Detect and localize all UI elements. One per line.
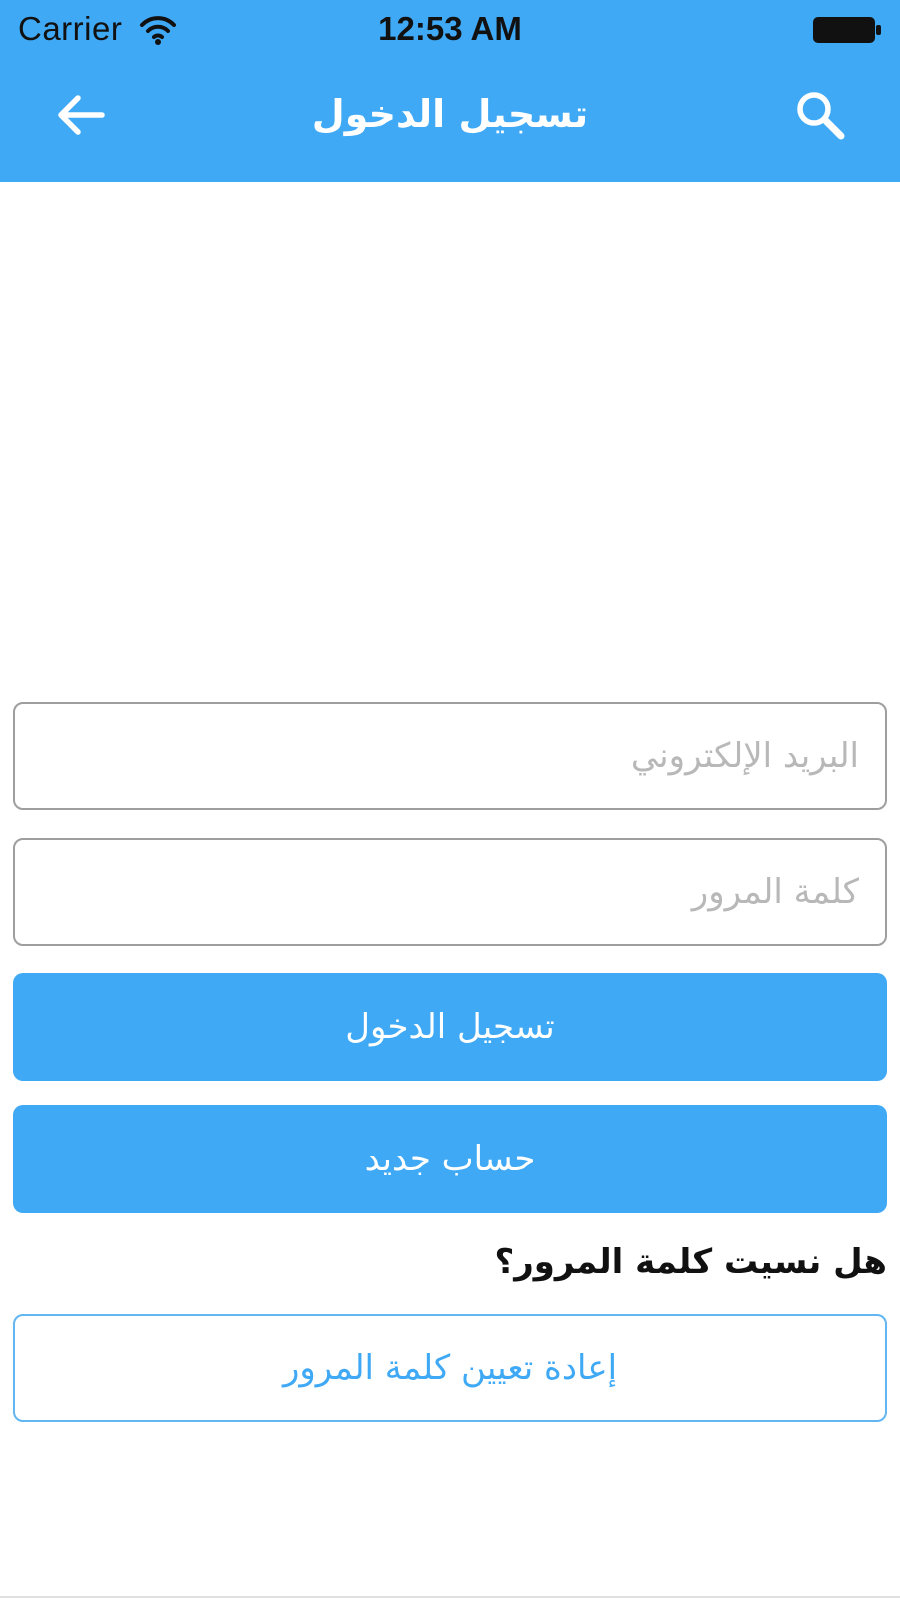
password-field-container xyxy=(13,838,887,946)
login-screen: Carrier 12:53 AM تسجيل الدخول البريد الإ… xyxy=(0,0,900,1598)
search-icon xyxy=(794,89,846,145)
login-button[interactable]: تسجيل الدخول xyxy=(13,973,887,1081)
clock: 12:53 AM xyxy=(378,10,522,47)
arrow-left-icon xyxy=(54,93,106,141)
page-title: تسجيل الدخول xyxy=(311,92,589,136)
reset-password-button[interactable]: إعادة تعيين كلمة المرور xyxy=(13,1314,887,1422)
battery-icon xyxy=(812,15,882,45)
login-button-label: تسجيل الدخول xyxy=(345,1007,555,1047)
register-button[interactable]: حساب جديد xyxy=(13,1105,887,1213)
app-bar: Carrier 12:53 AM تسجيل الدخول xyxy=(0,0,900,182)
reset-password-label: إعادة تعيين كلمة المرور xyxy=(282,1348,618,1388)
register-button-label: حساب جديد xyxy=(364,1139,536,1179)
search-button[interactable] xyxy=(785,82,855,152)
email-field[interactable] xyxy=(15,704,885,808)
nav-bar: تسجيل الدخول xyxy=(0,60,900,182)
forgot-password-label: هل نسيت كلمة المرور؟ xyxy=(494,1242,887,1282)
email-field-container xyxy=(13,702,887,810)
password-field[interactable] xyxy=(15,840,885,944)
back-button[interactable] xyxy=(45,82,115,152)
status-bar: Carrier 12:53 AM xyxy=(0,0,900,60)
